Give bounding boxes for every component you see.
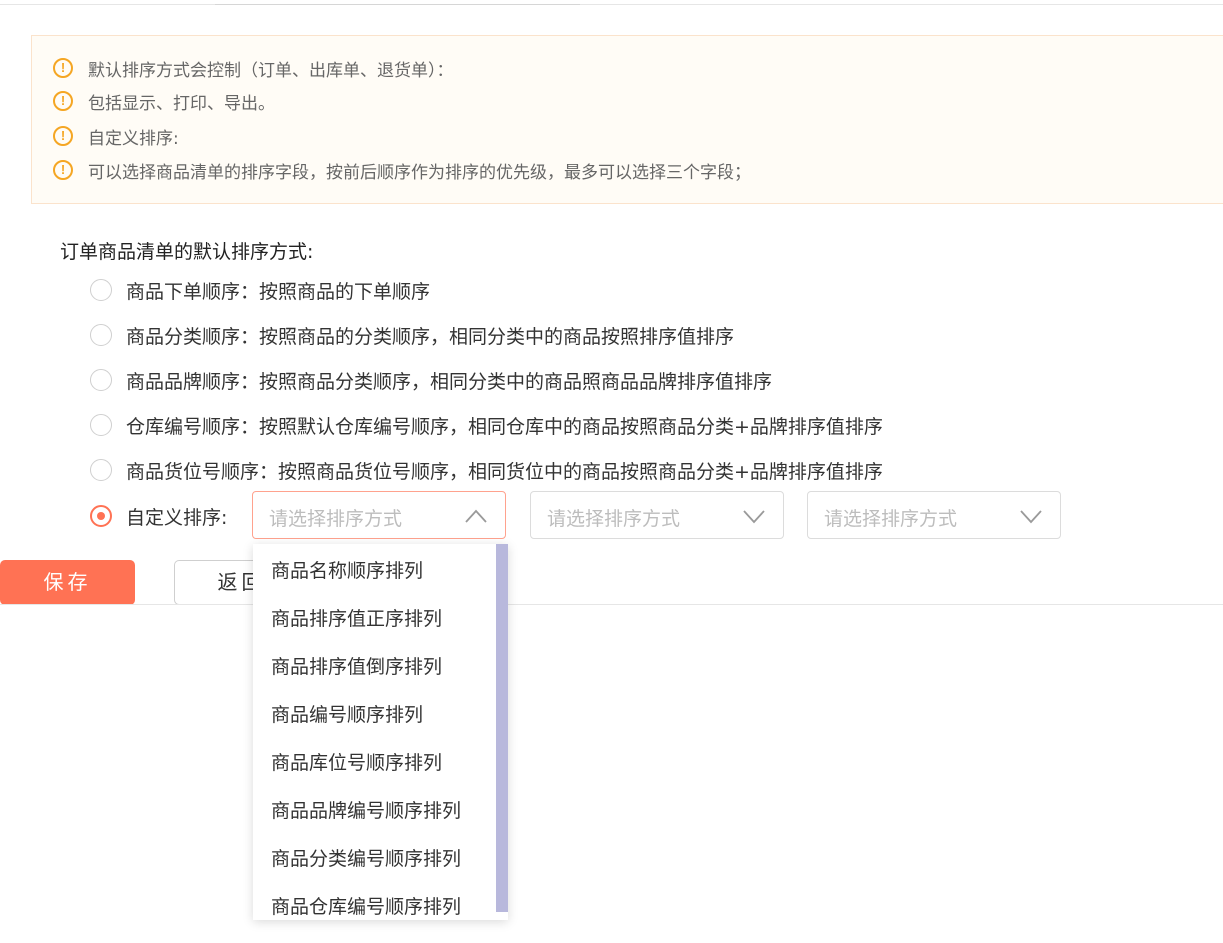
notice-text: 包括显示、打印、导出。 <box>88 93 275 114</box>
dropdown-option[interactable]: 商品名称顺序排列 <box>271 556 481 586</box>
dropdown-option[interactable]: 商品排序值倒序排列 <box>271 652 481 682</box>
warning-icon: ! <box>53 160 73 180</box>
warning-icon: ! <box>53 91 73 111</box>
warning-icon: ! <box>53 58 73 78</box>
notice-line: ! 自定义排序: <box>53 123 179 149</box>
top-tab-indicator <box>215 4 580 5</box>
warning-icon: ! <box>53 126 73 146</box>
sort-option-label: 商品品牌顺序：按照商品分类顺序，相同分类中的商品照商品品牌排序值排序 <box>126 370 773 393</box>
top-divider <box>0 4 1223 5</box>
radio-button[interactable] <box>90 279 112 301</box>
sort-option-label: 商品下单顺序：按照商品的下单顺序 <box>126 280 431 303</box>
select-placeholder: 请选择排序方式 <box>824 508 958 530</box>
sort-option-label: 商品分类顺序：按照商品的分类顺序，相同分类中的商品按照排序值排序 <box>126 325 735 348</box>
bottom-divider <box>0 604 1223 605</box>
radio-button[interactable] <box>90 324 112 346</box>
radio-button[interactable] <box>90 459 112 481</box>
radio-button[interactable] <box>90 414 112 436</box>
sort-select-2[interactable]: 请选择排序方式 <box>530 491 784 539</box>
notice-text: 自定义排序: <box>88 128 179 149</box>
section-title: 订单商品清单的默认排序方式: <box>60 241 314 263</box>
notice-line: ! 包括显示、打印、导出。 <box>53 88 275 114</box>
sort-dropdown-menu: 商品名称顺序排列 商品排序值正序排列 商品排序值倒序排列 商品编号顺序排列 商品… <box>253 544 508 920</box>
sort-select-1[interactable]: 请选择排序方式 <box>252 491 506 539</box>
dropdown-option[interactable]: 商品品牌编号顺序排列 <box>271 796 481 826</box>
chevron-down-icon <box>1020 510 1042 524</box>
sort-option-label: 仓库编号顺序：按照默认仓库编号顺序，相同仓库中的商品按照商品分类+品牌排序值排序 <box>126 415 883 438</box>
dropdown-option[interactable]: 商品库位号顺序排列 <box>271 748 481 778</box>
dropdown-option[interactable]: 商品分类编号顺序排列 <box>271 844 481 874</box>
dropdown-option[interactable]: 商品仓库编号顺序排列 <box>271 892 481 920</box>
sort-option-custom[interactable]: 自定义排序: <box>90 502 227 530</box>
notice-line: ! 可以选择商品清单的排序字段，按前后顺序作为排序的优先级，最多可以选择三个字段… <box>53 157 751 183</box>
sort-option-location[interactable]: 商品货位号顺序：按照商品货位号顺序，相同货位中的商品按照商品分类+品牌排序值排序 <box>90 456 883 484</box>
radio-button[interactable] <box>90 369 112 391</box>
sort-option-label: 商品货位号顺序：按照商品货位号顺序，相同货位中的商品按照商品分类+品牌排序值排序 <box>126 460 883 483</box>
sort-select-3[interactable]: 请选择排序方式 <box>807 491 1061 539</box>
notice-text: 默认排序方式会控制（订单、出库单、退货单）： <box>88 60 454 81</box>
notice-text: 可以选择商品清单的排序字段，按前后顺序作为排序的优先级，最多可以选择三个字段； <box>88 162 751 183</box>
notice-line: ! 默认排序方式会控制（订单、出库单、退货单）： <box>53 55 454 81</box>
sort-option-label: 自定义排序: <box>126 506 228 529</box>
chevron-down-icon <box>743 510 765 524</box>
sort-option-warehouse[interactable]: 仓库编号顺序：按照默认仓库编号顺序，相同仓库中的商品按照商品分类+品牌排序值排序 <box>90 411 883 439</box>
notice-box: ! 默认排序方式会控制（订单、出库单、退货单）： ! 包括显示、打印、导出。 !… <box>31 35 1223 204</box>
dropdown-scrollbar[interactable] <box>496 544 508 912</box>
sort-option-brand[interactable]: 商品品牌顺序：按照商品分类顺序，相同分类中的商品照商品品牌排序值排序 <box>90 366 772 394</box>
select-placeholder: 请选择排序方式 <box>547 508 681 530</box>
save-button[interactable]: 保存 <box>0 560 135 605</box>
chevron-up-icon <box>465 509 487 523</box>
sort-option-category[interactable]: 商品分类顺序：按照商品的分类顺序，相同分类中的商品按照排序值排序 <box>90 321 734 349</box>
sort-option-order[interactable]: 商品下单顺序：按照商品的下单顺序 <box>90 276 430 304</box>
dropdown-option[interactable]: 商品编号顺序排列 <box>271 700 481 730</box>
radio-button-checked[interactable] <box>90 505 112 527</box>
dropdown-option[interactable]: 商品排序值正序排列 <box>271 604 481 634</box>
select-placeholder: 请选择排序方式 <box>269 508 403 530</box>
